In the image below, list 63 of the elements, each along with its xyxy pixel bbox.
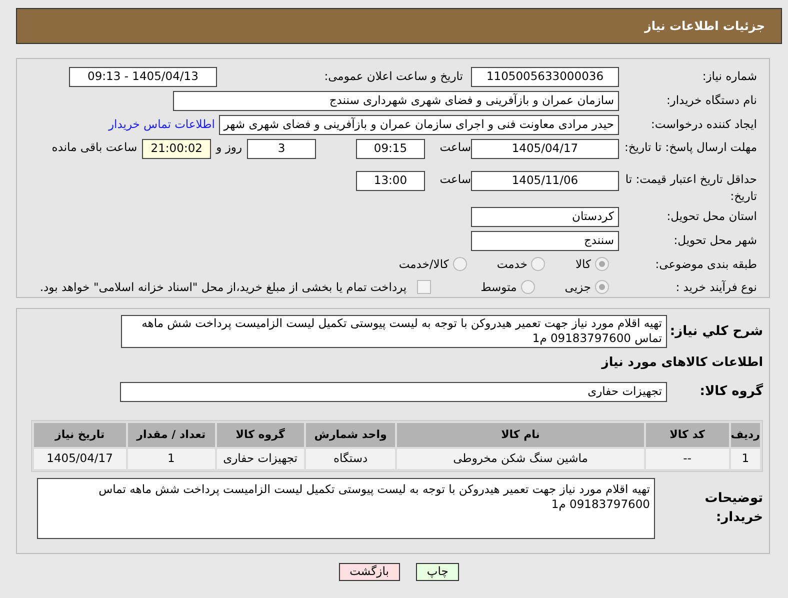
table-cell: -- (646, 448, 729, 469)
table-cell: 1 (128, 448, 215, 469)
field-label: طبقه بندی موضوعی: (654, 256, 757, 273)
field-label: حداقل تاریخ اعتبار قیمت: تا تاریخ: (624, 170, 757, 206)
radio-label: خدمت (496, 256, 528, 273)
time-label: ساعت (438, 139, 471, 156)
field-label: شرح کلي نیاز: (668, 322, 763, 341)
field-label: شهر محل تحویل: (672, 232, 757, 250)
column-header: واحد شمارش (306, 422, 396, 447)
radio-label: کالا (575, 256, 591, 273)
field-value: سازمان عمران و بازآفرینی و فضای شهری شهرداری سنندج (173, 91, 619, 111)
field-value: 1405/04/13 - 09:13 (69, 67, 217, 87)
radio-button[interactable] (452, 257, 467, 272)
contact-link[interactable]: اطلاعات تماس خریدار (108, 116, 215, 134)
column-header: تعداد / مقدار (128, 422, 215, 447)
field-label: ایجاد کننده درخواست: (650, 116, 757, 134)
field-label: شماره نیاز: (701, 68, 757, 86)
field-value: کردستان (471, 206, 619, 227)
radio-button[interactable] (595, 257, 609, 272)
checkbox[interactable] (416, 280, 431, 294)
radio-button[interactable] (531, 257, 546, 272)
table-cell: 1 (730, 448, 760, 469)
time-label: ساعت (438, 170, 471, 188)
field-label: مهلت ارسال پاسخ: تا تاریخ: (623, 139, 757, 156)
field-label: نوع فرآیند خرید : (674, 278, 757, 296)
table-cell: 1405/04/17 (34, 448, 126, 469)
description-textarea[interactable]: تهیه اقلام مورد نیاز جهت تعمیر هیدروکن با توجه به لیست پیوستی تکمیل لیست الزامیست پرداخت شش ماهه تماس 09183797600 م1 (121, 315, 667, 348)
column-header: تاریخ نیاز (34, 422, 126, 447)
column-header: نام کالا (397, 422, 644, 447)
field-value: سنندج (471, 230, 619, 251)
remaining-label: ساعت باقی مانده (52, 139, 138, 156)
column-header: گروه کالا (216, 422, 304, 447)
field-value: 1405/11/06 (471, 170, 619, 191)
field-label: نام دستگاه خریدار: (665, 92, 757, 110)
table-cell: دستگاه (306, 448, 396, 469)
print-button[interactable]: چاپ (416, 563, 460, 581)
field-value: 1105005633000036 (471, 67, 619, 87)
field-value: 1405/04/17 (471, 139, 619, 159)
field-label: گروه کالا: (698, 382, 763, 401)
table-cell: ماشین سنگ شکن مخروطی (397, 448, 644, 469)
field-value: تجهیزات حفاری (120, 382, 667, 402)
checkbox-label: پرداخت تمام یا بخشی از مبلغ خرید،از محل "اسناد خزانه اسلامی" خواهد بود. (40, 278, 408, 296)
field-value: حیدر مرادی معاونت فنی و اجرای سازمان عمران و بازآفرینی و فضای شهری شهر (219, 115, 619, 135)
back-button[interactable]: بازگشت (338, 563, 400, 581)
table-cell: تجهیزات حفاری (216, 448, 304, 469)
radio-label: متوسط (480, 278, 517, 296)
section-heading: اطلاعات کالاهای مورد نیاز (600, 353, 763, 371)
field-value: 13:00 (356, 170, 425, 191)
field-value: 3 (247, 139, 316, 159)
column-header: ردیف (730, 422, 760, 447)
field-value: 09:15 (356, 139, 425, 159)
field-label: استان محل تحویل: (666, 208, 757, 226)
radio-label: جزیی (564, 278, 591, 296)
field-label: توضیحات خریدار: (704, 490, 763, 528)
column-header: کد کالا (646, 422, 729, 447)
field-label: تاریخ و ساعت اعلان عمومی: (323, 68, 463, 86)
notes-textarea[interactable]: تهیه اقلام مورد نیاز جهت تعمیر هیدروکن با توجه به لیست پیوستی تکمیل لیست الزامیست پرداخت شش ماهه تماس 09183797600 م1 (37, 478, 655, 539)
radio-button[interactable] (520, 280, 535, 294)
radio-button[interactable] (595, 280, 609, 294)
field-value: 21:00:02 (142, 139, 212, 159)
page-title: جزئیات اطلاعات نیاز (644, 18, 765, 35)
days-label: روز و (214, 139, 243, 156)
radio-label: کالا/خدمت (398, 256, 449, 273)
